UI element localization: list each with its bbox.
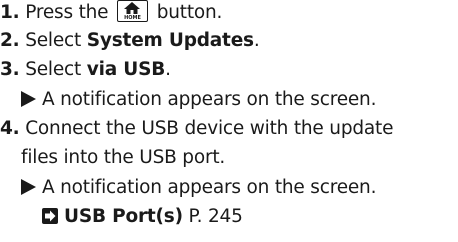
step-2-text-before: Select <box>25 30 87 51</box>
step-4-number: 4. <box>0 118 20 139</box>
step-3-text-before: Select <box>25 59 87 80</box>
step-2-number: 2. <box>0 30 20 51</box>
cross-reference[interactable]: USB Port(s) P. 245 <box>42 205 243 229</box>
step-4-result-text: A notification appears on the screen. <box>42 177 377 198</box>
step-4-text-line2: files into the USB port. <box>21 147 226 168</box>
home-icon <box>124 2 141 14</box>
step-2-bold-text: System Updates <box>86 30 254 51</box>
step-3: 3. Select via USB. <box>0 58 171 82</box>
reference-title[interactable]: USB Port(s) <box>64 206 183 227</box>
step-4: 4. Connect the USB device with the updat… <box>0 117 393 141</box>
step-4-continuation: files into the USB port. <box>21 146 225 170</box>
step-3-text-after: . <box>165 59 171 80</box>
result-arrow-icon <box>21 179 36 195</box>
step-2: 2. Select System Updates. <box>0 29 260 53</box>
reference-page[interactable]: P. 245 <box>189 206 243 227</box>
step-1-number: 1. <box>0 2 20 23</box>
home-button-illustration: HOME <box>117 0 149 22</box>
reference-arrow-icon <box>42 208 58 224</box>
step-1: 1. Press the HOME button. <box>0 0 222 25</box>
step-1-text-after: button. <box>156 2 223 23</box>
step-3-bold-text: via USB <box>86 59 166 80</box>
step-3-number: 3. <box>0 59 20 80</box>
instruction-document: 1. Press the HOME button. 2. Select Syst… <box>0 0 458 242</box>
result-arrow-icon <box>21 91 36 107</box>
step-3-result-text: A notification appears on the screen. <box>42 89 377 110</box>
home-button-label: HOME <box>124 15 141 21</box>
step-1-text-before: Press the <box>25 2 109 23</box>
step-4-result: A notification appears on the screen. <box>21 176 376 200</box>
step-2-text-after: . <box>253 30 260 51</box>
step-3-result: A notification appears on the screen. <box>21 88 376 112</box>
step-4-text-line1: Connect the USB device with the update <box>25 118 394 139</box>
